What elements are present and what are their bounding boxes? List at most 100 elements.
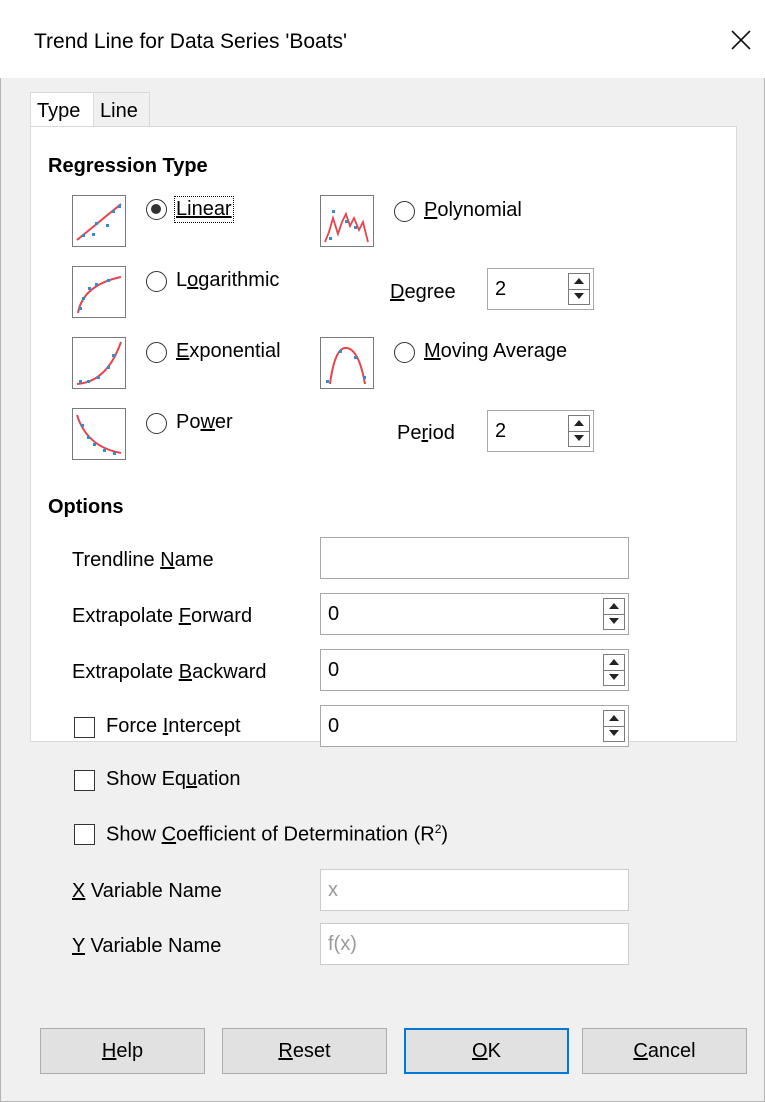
moving-average-radio[interactable] bbox=[394, 342, 415, 363]
force-intercept-up-arrow-icon[interactable] bbox=[604, 711, 624, 727]
extrapolate-backward-spinbox[interactable]: 0 bbox=[320, 649, 629, 691]
show-r2-label-mnemonic: C bbox=[161, 823, 177, 846]
period-up-arrow-icon[interactable] bbox=[569, 416, 589, 432]
reset-label-mnemonic: R bbox=[278, 1040, 293, 1062]
logarithmic-label-b: garithmic bbox=[198, 269, 280, 291]
extrapolate-backward-down-arrow-icon[interactable] bbox=[604, 670, 624, 685]
degree-down-arrow-icon[interactable] bbox=[569, 289, 589, 304]
force-intercept-label[interactable]: Force Intercept bbox=[106, 715, 241, 738]
logarithmic-radio[interactable] bbox=[146, 271, 167, 292]
ok-button[interactable]: OK bbox=[404, 1028, 569, 1074]
extrapolate-backward-label-mnemonic: B bbox=[178, 661, 193, 683]
show-r2-label[interactable]: Show Coefficient of Determination (R2) bbox=[106, 822, 448, 847]
force-intercept-label-a: Force bbox=[106, 715, 163, 737]
help-button[interactable]: Help bbox=[40, 1028, 205, 1074]
trendline-name-label-a: Trendline bbox=[72, 549, 161, 571]
show-r2-label-a: Show bbox=[106, 823, 162, 846]
close-icon bbox=[731, 30, 751, 50]
polynomial-label-b: olynomial bbox=[437, 199, 522, 221]
help-label-b: elp bbox=[116, 1040, 144, 1062]
power-radio[interactable] bbox=[146, 413, 167, 434]
tab-line-label: Line bbox=[100, 100, 138, 122]
extrapolate-forward-label-a: Extrapolate bbox=[72, 605, 179, 627]
extrapolate-backward-spin-buttons[interactable] bbox=[603, 654, 625, 686]
period-down-arrow-icon[interactable] bbox=[569, 431, 589, 446]
ok-label-mnemonic: O bbox=[472, 1040, 488, 1062]
reset-label-b: eset bbox=[292, 1040, 331, 1062]
power-chart-icon bbox=[72, 408, 126, 460]
force-intercept-spinbox[interactable]: 0 bbox=[320, 705, 629, 747]
show-equation-label-mnemonic: u bbox=[186, 768, 198, 790]
cancel-button[interactable]: Cancel bbox=[582, 1028, 747, 1074]
y-variable-value: f(x) bbox=[328, 933, 357, 955]
polynomial-label-mnemonic: P bbox=[424, 199, 438, 221]
force-intercept-down-arrow-icon[interactable] bbox=[604, 726, 624, 741]
trendline-name-label: Trendline Name bbox=[72, 549, 214, 572]
logarithmic-label-a: L bbox=[176, 269, 188, 291]
tab-line[interactable]: Line bbox=[94, 92, 150, 128]
logarithmic-label-mnemonic: o bbox=[187, 269, 199, 291]
x-variable-input[interactable]: x bbox=[320, 869, 629, 911]
close-button[interactable] bbox=[718, 22, 762, 58]
linear-chart-icon bbox=[72, 195, 126, 247]
cancel-label-mnemonic: C bbox=[633, 1040, 648, 1062]
polynomial-radio[interactable] bbox=[394, 201, 415, 222]
logarithmic-chart-icon bbox=[72, 266, 126, 318]
period-value: 2 bbox=[495, 420, 507, 442]
polynomial-chart-icon bbox=[320, 195, 374, 247]
show-equation-checkbox[interactable] bbox=[74, 770, 95, 791]
exponential-radio[interactable] bbox=[146, 342, 167, 363]
moving-average-label-b: oving Average bbox=[440, 340, 568, 362]
force-intercept-spin-buttons[interactable] bbox=[603, 710, 625, 742]
force-intercept-value: 0 bbox=[328, 715, 340, 737]
regression-type-heading: Regression Type bbox=[48, 155, 208, 177]
options-heading: Options bbox=[48, 496, 124, 518]
linear-radio[interactable] bbox=[146, 199, 167, 220]
period-label-a: Pe bbox=[397, 422, 422, 444]
extrapolate-forward-label: Extrapolate Forward bbox=[72, 605, 252, 628]
linear-label[interactable]: Linear bbox=[174, 196, 234, 223]
tab-type-label: Type bbox=[37, 100, 81, 122]
extrapolate-backward-label: Extrapolate Backward bbox=[72, 661, 267, 684]
degree-label: Degree bbox=[390, 281, 456, 304]
show-equation-label-b: ation bbox=[197, 768, 241, 790]
extrapolate-forward-down-arrow-icon[interactable] bbox=[604, 614, 624, 629]
degree-label-mnemonic: D bbox=[390, 281, 405, 303]
degree-label-b: egree bbox=[404, 281, 456, 303]
linear-label-text: Linear bbox=[176, 198, 232, 220]
x-variable-label-b: Variable Name bbox=[85, 880, 222, 902]
x-variable-value: x bbox=[328, 879, 338, 901]
moving-average-label-mnemonic: M bbox=[424, 340, 441, 362]
show-equation-label[interactable]: Show Equation bbox=[106, 768, 241, 791]
exponential-label-b: xponential bbox=[189, 340, 281, 362]
extrapolate-forward-up-arrow-icon[interactable] bbox=[604, 599, 624, 615]
period-spin-buttons[interactable] bbox=[568, 415, 590, 447]
period-label-b: iod bbox=[428, 422, 455, 444]
power-label-mnemonic: w bbox=[200, 411, 215, 433]
polynomial-label[interactable]: Polynomial bbox=[424, 199, 522, 222]
degree-up-arrow-icon[interactable] bbox=[569, 274, 589, 290]
show-equation-label-a: Show Eq bbox=[106, 768, 187, 790]
extrapolate-forward-spinbox[interactable]: 0 bbox=[320, 593, 629, 635]
show-r2-checkbox[interactable] bbox=[74, 824, 95, 845]
help-label-mnemonic: H bbox=[101, 1040, 117, 1062]
x-variable-label: X Variable Name bbox=[72, 880, 222, 903]
degree-spin-buttons[interactable] bbox=[568, 273, 590, 305]
exponential-label[interactable]: Exponential bbox=[176, 340, 281, 363]
extrapolate-backward-value: 0 bbox=[328, 659, 340, 681]
moving-average-label[interactable]: Moving Average bbox=[424, 340, 567, 363]
logarithmic-label[interactable]: Logarithmic bbox=[176, 269, 279, 292]
ok-label-b: K bbox=[487, 1040, 501, 1062]
y-variable-input[interactable]: f(x) bbox=[320, 923, 629, 965]
reset-button[interactable]: Reset bbox=[222, 1028, 387, 1074]
force-intercept-checkbox[interactable] bbox=[74, 717, 95, 738]
extrapolate-backward-up-arrow-icon[interactable] bbox=[604, 655, 624, 671]
tab-type[interactable]: Type bbox=[30, 92, 94, 128]
trendline-name-input[interactable] bbox=[320, 537, 629, 579]
power-label[interactable]: Power bbox=[176, 411, 233, 434]
y-variable-label-b: Variable Name bbox=[84, 935, 222, 957]
y-variable-label-mnemonic: Y bbox=[72, 935, 85, 957]
extrapolate-forward-value: 0 bbox=[328, 603, 340, 625]
exponential-chart-icon bbox=[72, 337, 126, 389]
extrapolate-forward-spin-buttons[interactable] bbox=[603, 598, 625, 630]
